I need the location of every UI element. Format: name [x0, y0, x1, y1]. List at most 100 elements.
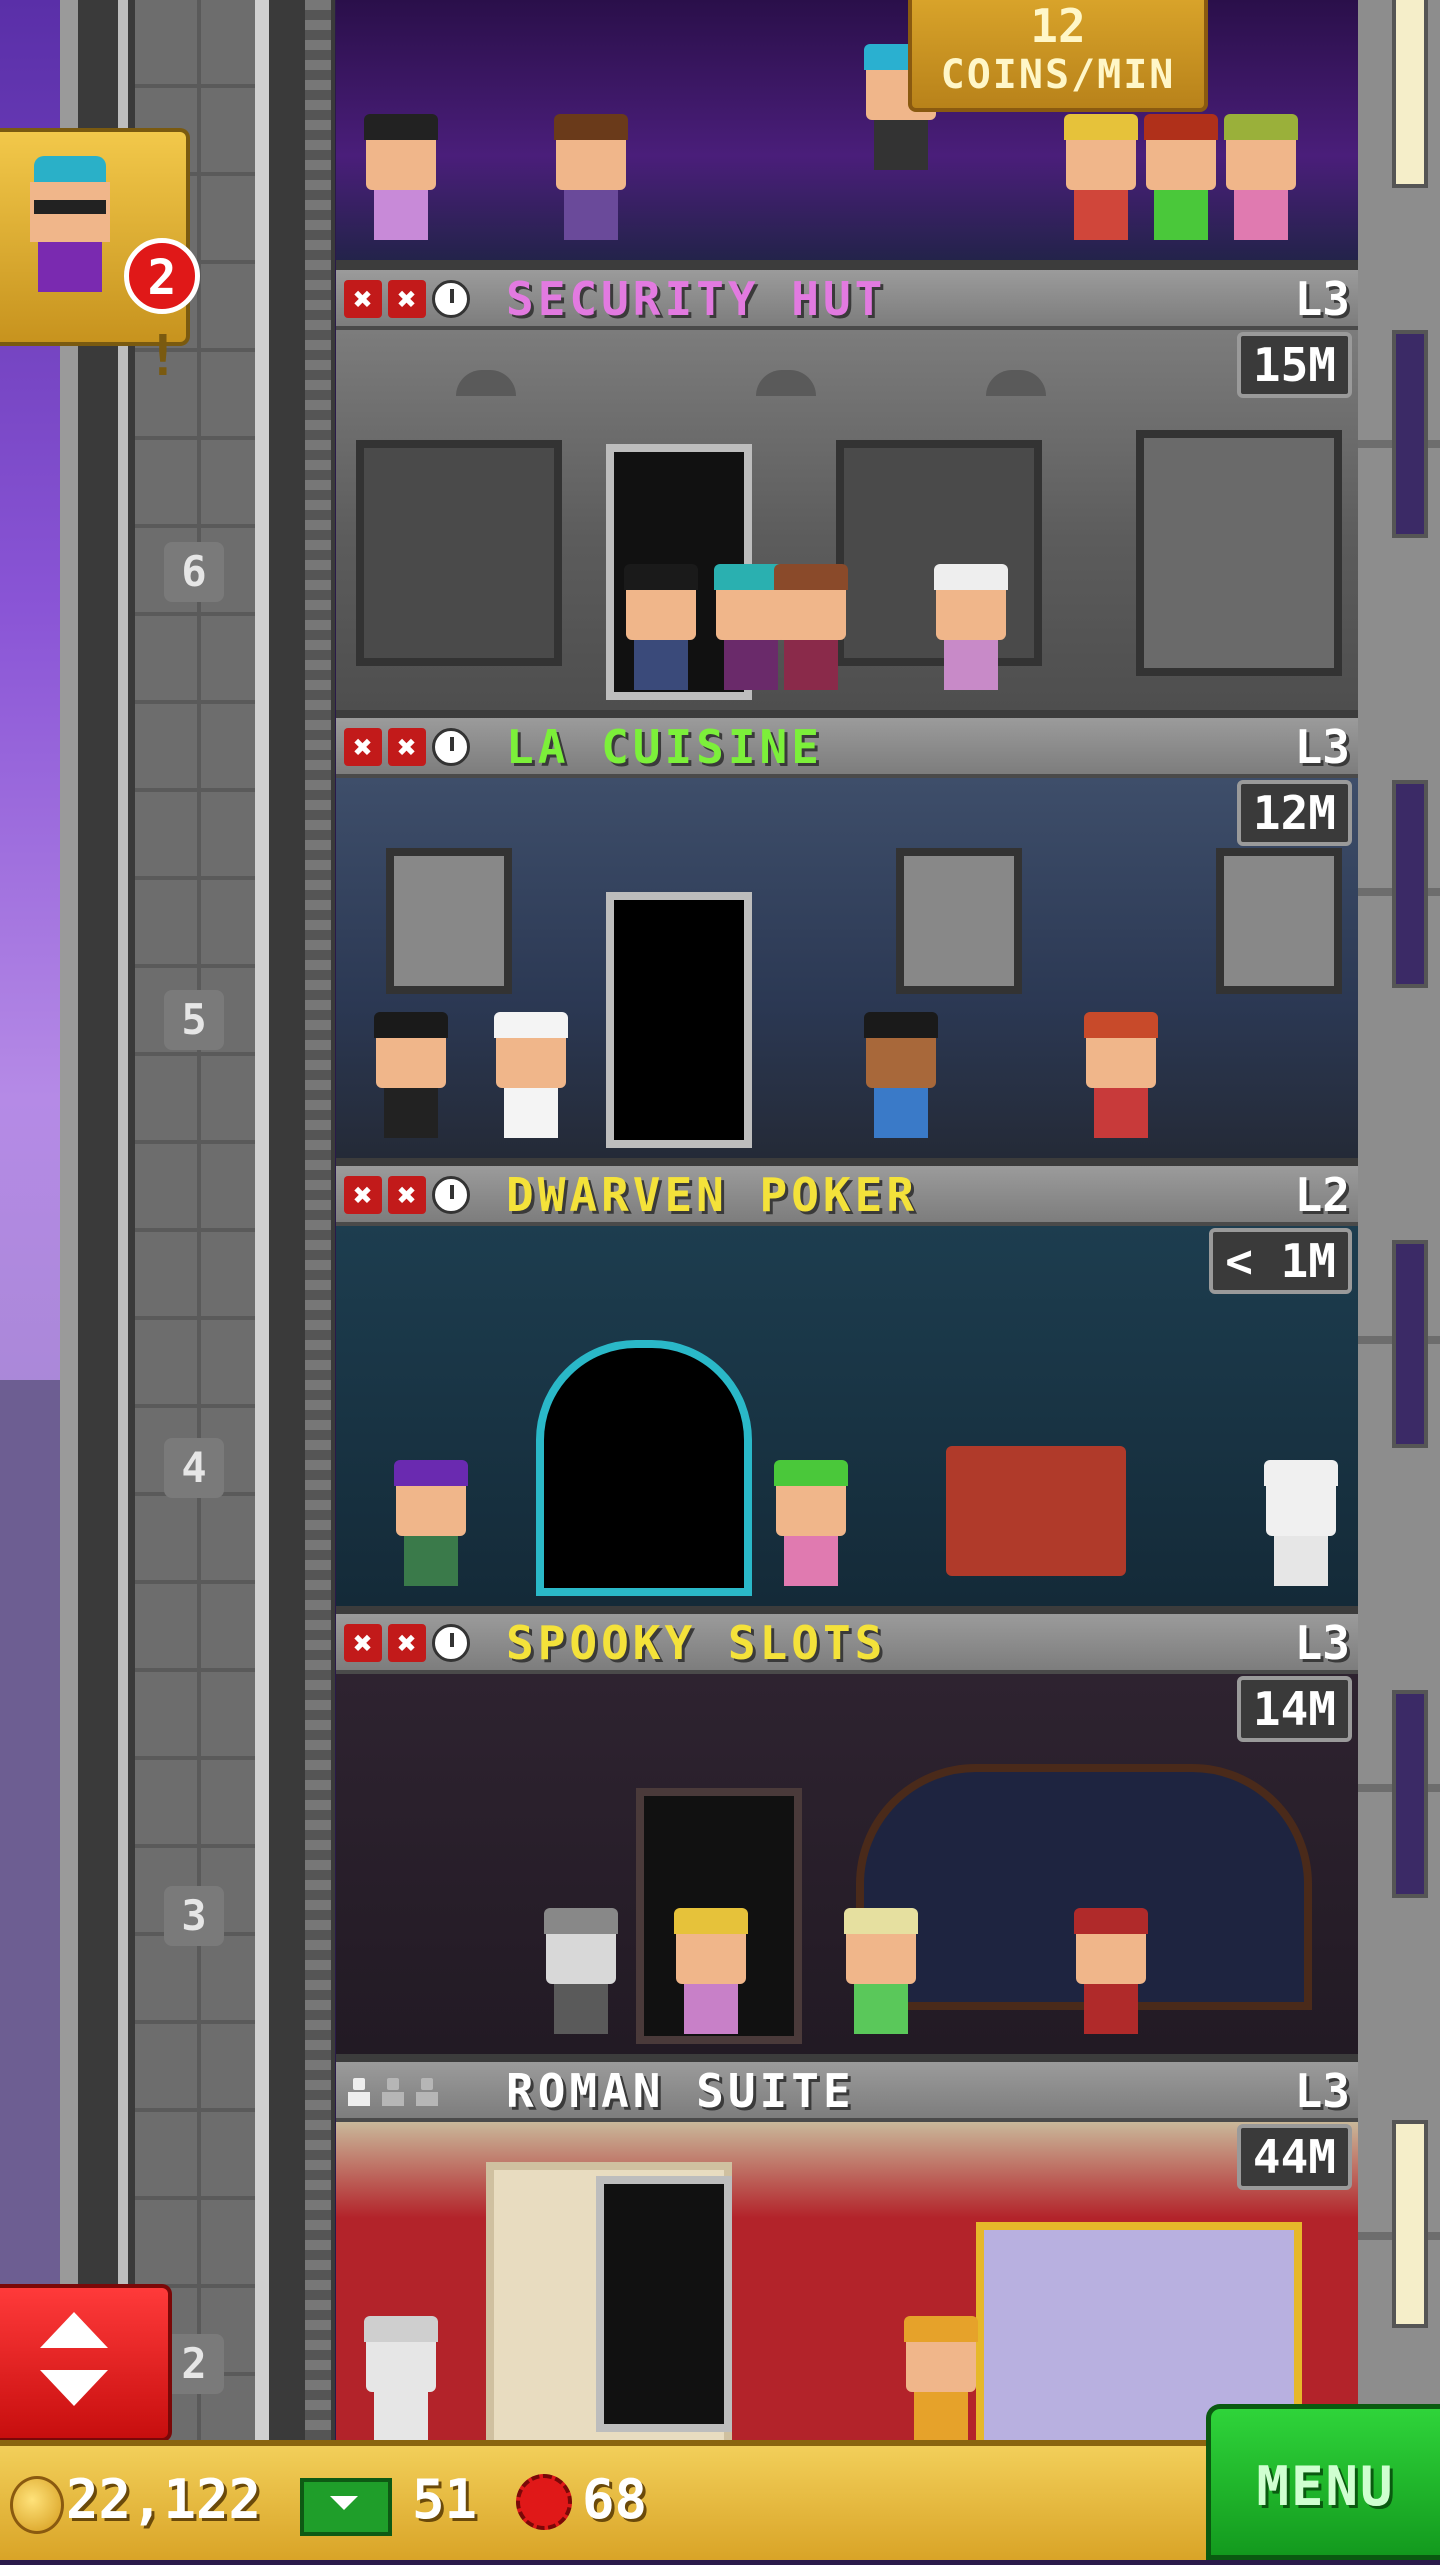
wall-painting [896, 848, 1022, 994]
bitizen-character[interactable] [616, 564, 706, 690]
clock-icon [432, 1624, 470, 1662]
floor-security-hut[interactable]: ✖ ✖ SECURITY HUT L3 15M [336, 270, 1358, 720]
vault-arch-doorway [536, 1340, 752, 1596]
floor-roman-suite[interactable]: ROMAN SUITE L3 44M [336, 2062, 1358, 2452]
floor-stock-badge: 44M [1236, 2124, 1352, 2190]
shaft-rail [118, 0, 128, 2440]
shaft-floor-number: 2 [164, 2334, 224, 2394]
bitizen-character[interactable] [1136, 114, 1226, 240]
tower-window [1392, 0, 1428, 188]
tower-window [1392, 2120, 1428, 2328]
floor-stock-badge: 15M [1236, 332, 1352, 398]
elevator-track [305, 0, 331, 2440]
wall-painting [1216, 848, 1342, 994]
bitizen-character[interactable] [1216, 114, 1306, 240]
shaft-rail [60, 0, 78, 2440]
out-of-stock-x-icon: ✖ [344, 1176, 382, 1214]
bitizen-character[interactable] [836, 1908, 926, 2034]
ceiling-lamp [456, 370, 516, 396]
floor-header[interactable]: ✖ ✖ SECURITY HUT L3 [336, 270, 1358, 330]
floor-resident-icons[interactable] [344, 2072, 440, 2110]
tower-window [1392, 330, 1428, 538]
chef-bitizen-character[interactable] [486, 1012, 576, 1138]
bitizen-character[interactable] [1066, 1908, 1156, 2034]
floor-header[interactable]: ✖ ✖ LA CUISINE L3 [336, 718, 1358, 778]
zombie-character[interactable] [536, 1908, 626, 2034]
resident-empty-icon [412, 2072, 440, 2110]
bitizen-character[interactable] [1256, 1460, 1346, 1586]
tower-bux-icon [300, 2478, 392, 2536]
statue-figure [356, 2316, 446, 2442]
floor-name: DWARVEN POKER [506, 1168, 919, 1222]
ceiling-lamp [756, 370, 816, 396]
jail-cell [1136, 430, 1342, 676]
out-of-stock-x-icon: ✖ [388, 280, 426, 318]
tower-window [1392, 1690, 1428, 1898]
floor-spooky-slots[interactable]: ✖ ✖ SPOOKY SLOTS L3 14M [336, 1614, 1358, 2064]
floor-name: ROMAN SUITE [506, 2064, 855, 2118]
floor-top-partial[interactable]: 12 COINS/MIN [336, 0, 1358, 270]
out-of-stock-x-icon: ✖ [344, 280, 382, 318]
coins-rate-value: 12 [1030, 0, 1086, 53]
floor-dwarven-poker[interactable]: ✖ ✖ DWARVEN POKER L2 < 1M [336, 1166, 1358, 1616]
out-of-stock-x-icon: ✖ [388, 1624, 426, 1662]
clock-icon [432, 728, 470, 766]
floor-header[interactable]: ROMAN SUITE L3 [336, 2062, 1358, 2122]
floor-header[interactable]: ✖ ✖ SPOOKY SLOTS L3 [336, 1614, 1358, 1674]
floor-status-icons[interactable]: ✖ ✖ [344, 728, 470, 766]
alert-exclamation-icon: ! [146, 324, 180, 389]
monitor-bank [356, 440, 562, 666]
bitizen-character[interactable] [856, 1012, 946, 1138]
bitizen-character[interactable] [926, 564, 1016, 690]
bitizen-character[interactable] [356, 114, 446, 240]
shaft-rail [255, 0, 269, 2440]
resident-empty-icon [378, 2072, 406, 2110]
floor-status-icons[interactable]: ✖ ✖ [344, 280, 470, 318]
room-doorway [606, 892, 752, 1148]
gems-count: 68 [582, 2468, 648, 2531]
coins-per-minute-badge[interactable]: 12 COINS/MIN [908, 0, 1208, 112]
floor-level: L2 [1294, 1168, 1350, 1222]
out-of-stock-x-icon: ✖ [388, 1176, 426, 1214]
shaft-floor-number: 3 [164, 1886, 224, 1946]
floor-level: L3 [1294, 720, 1350, 774]
notification-count-badge: 2 [124, 238, 200, 314]
wall-painting [386, 848, 512, 994]
shaft-floor-number: 5 [164, 990, 224, 1050]
elevator-up-down-button[interactable] [0, 2284, 172, 2442]
bitizen-notification-button[interactable]: 2 ! [0, 128, 200, 389]
coins-count: 22,122 [66, 2468, 262, 2531]
bitizen-character[interactable] [766, 564, 856, 690]
ceiling-lamp [986, 370, 1046, 396]
floor-stock-badge: 14M [1236, 1676, 1352, 1742]
floor-room-scene [336, 1226, 1358, 1606]
out-of-stock-x-icon: ✖ [388, 728, 426, 766]
floor-header[interactable]: ✖ ✖ DWARVEN POKER L2 [336, 1166, 1358, 1226]
clock-icon [432, 1176, 470, 1214]
coin-icon [10, 2476, 64, 2534]
room-doorway [596, 2176, 732, 2432]
bitizen-character[interactable] [766, 1460, 856, 1586]
bitizen-character[interactable] [666, 1908, 756, 2034]
floor-la-cuisine[interactable]: ✖ ✖ LA CUISINE L3 12M [336, 718, 1358, 1168]
dragon-figure [936, 1426, 1136, 1586]
out-of-stock-x-icon: ✖ [344, 1624, 382, 1662]
floor-room-scene [336, 2122, 1358, 2442]
menu-button[interactable]: MENU [1206, 2404, 1440, 2560]
floor-status-icons[interactable]: ✖ ✖ [344, 1624, 470, 1662]
bitizen-character[interactable] [896, 2316, 986, 2442]
floor-name: LA CUISINE [506, 720, 823, 774]
floor-level: L3 [1294, 1616, 1350, 1670]
bitizen-character[interactable] [546, 114, 636, 240]
bitizen-character[interactable] [366, 1012, 456, 1138]
bitizen-character[interactable] [1076, 1012, 1166, 1138]
resident-filled-icon [344, 2072, 372, 2110]
floor-level: L3 [1294, 2064, 1350, 2118]
floor-name: SPOOKY SLOTS [506, 1616, 887, 1670]
bitizen-character[interactable] [1056, 114, 1146, 240]
floor-status-icons[interactable]: ✖ ✖ [344, 1176, 470, 1214]
floor-level: L3 [1294, 272, 1350, 326]
tower-window [1392, 780, 1428, 988]
gem-icon [516, 2474, 572, 2530]
bitizen-character[interactable] [386, 1460, 476, 1586]
